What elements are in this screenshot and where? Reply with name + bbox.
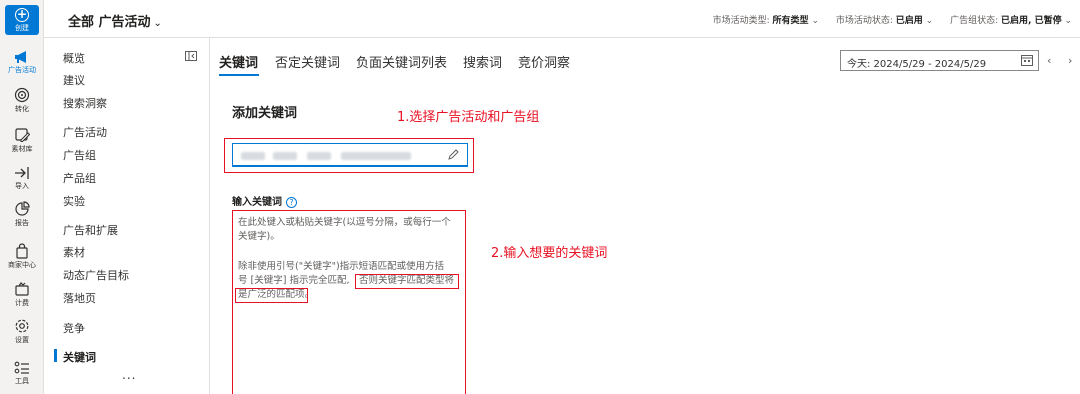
blurred-text [341,152,411,160]
rail-item-merchant-center[interactable]: 商家中心 [0,243,44,270]
rail-item-import[interactable]: 导入 [0,166,44,191]
tab-auction-insights[interactable]: 竞价洞察 [518,52,570,71]
target-icon [14,87,30,103]
chevron-down-icon: ⌄ [925,16,934,26]
rail-item-billing[interactable]: 计费 [0,281,44,308]
keyword-textarea[interactable]: 在此处键入或粘贴关键字(以逗号分隔，或每行一个 关键字)。 除非使用引号("关键… [232,210,466,394]
tab-negative-keywords[interactable]: 否定关键词 [275,52,340,71]
nav-item-dynamic-ad-targets[interactable]: 动态广告目标 [63,267,129,283]
tab-search-terms[interactable]: 搜索词 [463,52,502,71]
rail-item-asset-library[interactable]: 素材库 [0,127,44,154]
import-icon [15,167,29,179]
nav-item-landing-pages[interactable]: 落地页 [63,290,96,306]
report-icon [15,201,30,216]
rail-item-settings[interactable]: 设置 [0,318,44,345]
filter-bar: 市场活动类型: 所有类型 ⌄ 市场活动状态: 已启用 ⌄ 广告组状态: 已启用,… [699,13,1072,26]
placeholder-line: 在此处键入或粘贴关键字(以逗号分隔，或每行一个 [238,217,451,228]
blurred-text [273,152,297,160]
gear-icon [15,319,29,333]
nav-item-recommendations[interactable]: 建议 [63,72,85,88]
filter-campaign-type[interactable]: 市场活动类型: 所有类型 ⌄ [713,16,819,26]
chevron-down-icon: ⌄ [153,18,162,29]
rail-item-tools[interactable]: 工具 [0,361,44,386]
create-button[interactable]: + 创建 [5,5,39,35]
image-edit-icon [15,128,30,142]
nav-item-assets[interactable]: 素材 [63,244,85,260]
date-prev-icon[interactable]: ‹ [1047,54,1051,67]
collapse-panel-icon[interactable] [185,51,197,61]
annotation-step-2: 2.输入想要的关键词 [491,246,608,261]
date-next-icon[interactable]: › [1068,54,1072,67]
nav-item-experiments[interactable]: 实验 [63,193,85,209]
rail-item-conversions[interactable]: 转化 [0,87,44,114]
nav-sidebar: 概览 建议 搜索洞察 广告活动 广告组 产品组 实验 广告和扩展 素材 动态广告… [44,38,210,394]
add-keywords-title: 添加关键词 [232,106,298,121]
nav-item-ads-extensions[interactable]: 广告和扩展 [63,222,118,238]
main-content: 关键词 否定关键词 负面关键词列表 搜索词 竞价洞察 今天: 2024/5/29… [210,38,1080,394]
placeholder-line: 关键字)。 [238,231,280,242]
keyword-input-label: 输入关键词? [232,193,297,208]
nav-item-campaigns[interactable]: 广告活动 [63,124,107,140]
nav-item-product-groups[interactable]: 产品组 [63,170,96,186]
help-icon[interactable]: ? [286,196,297,208]
nav-active-indicator [54,349,57,362]
nav-item-competition[interactable]: 竞争 [63,320,85,336]
chevron-down-icon: ⌄ [1064,16,1072,26]
tools-icon [14,361,29,374]
annotation-box-inline [355,274,459,289]
calendar-icon [1021,55,1033,66]
plus-icon: + [15,7,29,22]
scope-selector[interactable]: 全部 广告活动 ⌄ [68,11,162,30]
pencil-icon[interactable] [447,149,459,161]
megaphone-icon [15,51,26,63]
top-bar: 全部 广告活动 ⌄ 市场活动类型: 所有类型 ⌄ 市场活动状态: 已启用 ⌄ 广告… [44,0,1080,38]
icon-rail: + 创建 广告活动 转化 素材库 导入 报告 商家中心 计费 设置 工具 [0,0,44,394]
nav-more-button[interactable]: ... [122,368,136,382]
date-range-picker[interactable]: 今天: 2024/5/29 - 2024/5/29 [840,50,1039,71]
filter-adgroup-status[interactable]: 广告组状态: 已启用, 已暂停 ⌄ [950,16,1072,26]
rail-item-reports[interactable]: 报告 [0,201,44,228]
nav-item-overview[interactable]: 概览 [63,50,85,66]
tab-keywords[interactable]: 关键词 [219,52,259,76]
blurred-text [307,152,331,160]
tab-negative-keyword-lists[interactable]: 负面关键词列表 [356,52,447,71]
placeholder-line: 除非使用引号("关键字")指示短语匹配或使用方括 [238,261,445,272]
blurred-text [241,152,265,160]
nav-item-ad-groups[interactable]: 广告组 [63,147,96,163]
nav-item-search-insights[interactable]: 搜索洞察 [63,95,107,111]
billing-icon [15,282,29,296]
tab-active-underline [219,74,259,76]
chevron-down-icon: ⌄ [811,16,819,26]
rail-item-campaigns[interactable]: 广告活动 [0,50,44,75]
filter-campaign-status[interactable]: 市场活动状态: 已启用 ⌄ [836,16,933,26]
nav-item-keywords[interactable]: 关键词 [63,349,96,365]
annotation-box-inline [235,288,308,303]
store-icon [16,243,28,259]
annotation-step-1: 1.选择广告活动和广告组 [397,110,540,125]
campaign-adgroup-picker[interactable] [232,143,468,167]
